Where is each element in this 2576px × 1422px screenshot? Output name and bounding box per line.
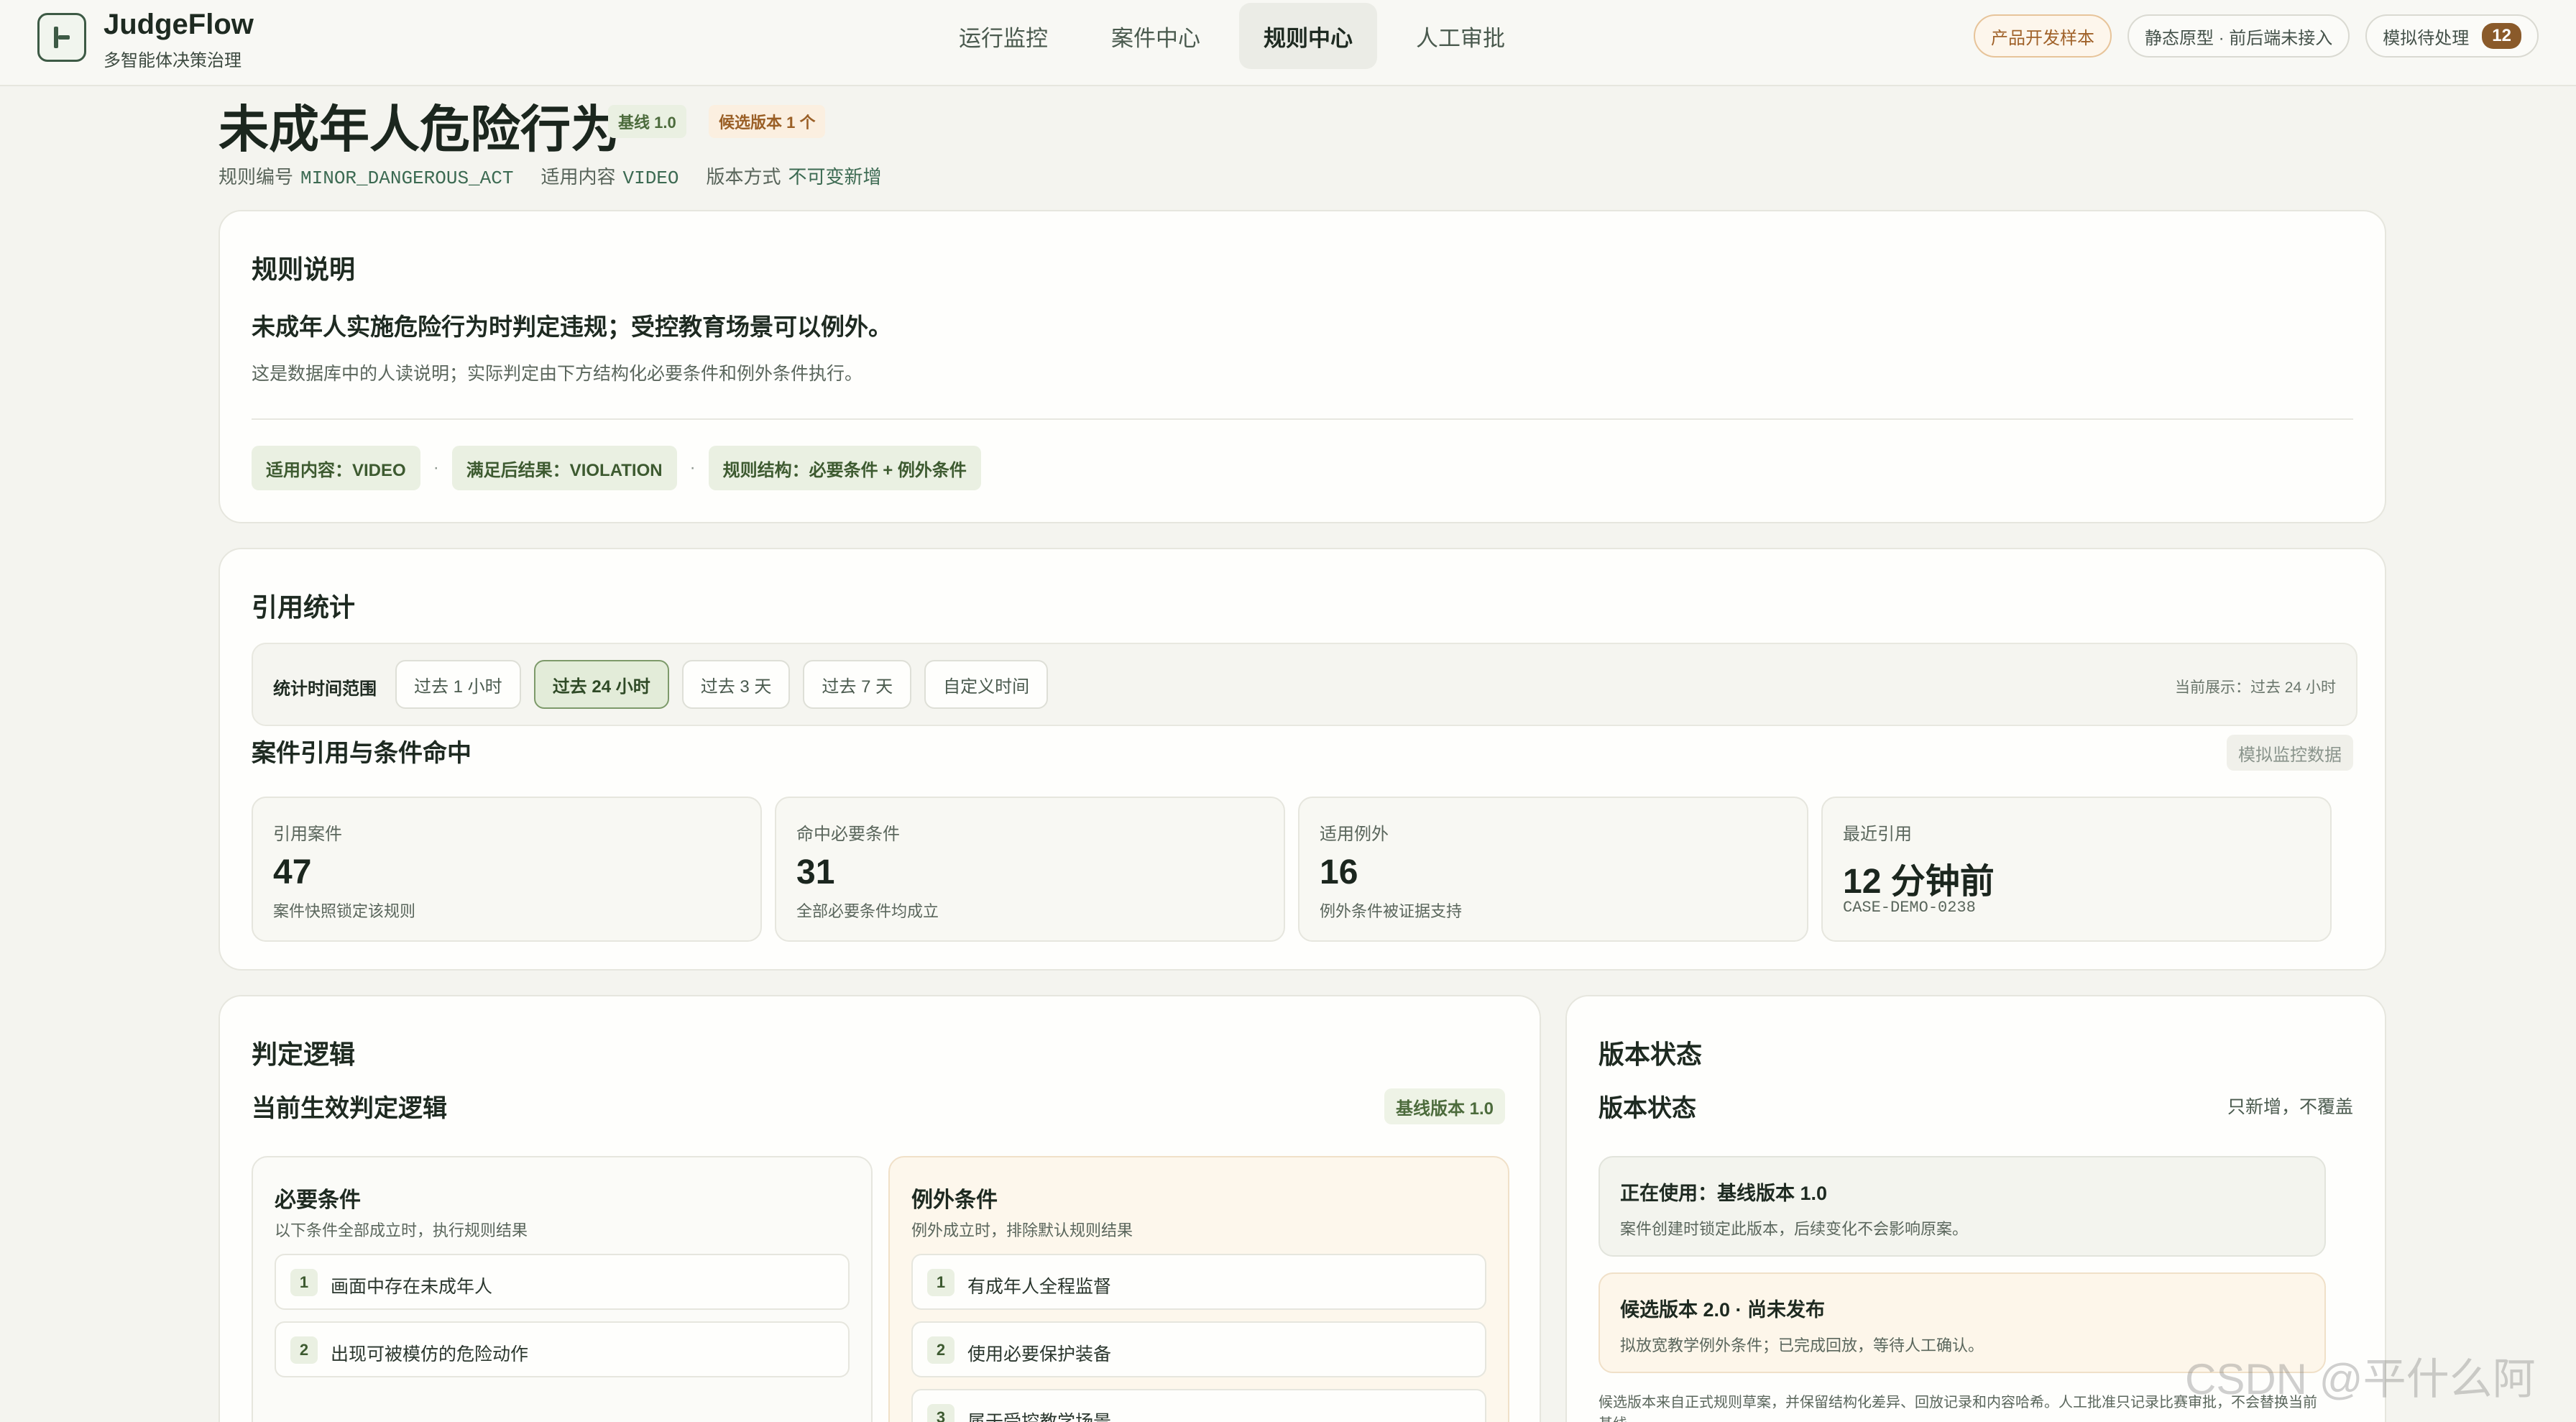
top-bar: JudgeFlow 多智能体决策治理 运行监控 案件中心 规则中心 人工审批 产… bbox=[0, 0, 2576, 86]
app-name: JudgeFlow bbox=[104, 9, 254, 40]
rule-desc-heading: 规则说明 bbox=[252, 254, 356, 284]
rule-desc-sub: 这是数据库中的人读说明；实际判定由下方结构化必要条件和例外条件执行。 bbox=[252, 364, 863, 384]
stats-heading: 引用统计 bbox=[252, 592, 356, 622]
nav-item-monitor[interactable]: 运行监控 bbox=[934, 3, 1072, 69]
version-heading: 版本状态 bbox=[1598, 1040, 1703, 1069]
stats-card: 引用统计 统计时间范围 过去 1 小时 过去 24 小时 过去 3 天 过去 7… bbox=[218, 548, 2386, 971]
current-version-desc: 案件创建时锁定此版本，后续变化不会影响原案。 bbox=[1620, 1220, 1969, 1238]
range-1h-button[interactable]: 过去 1 小时 bbox=[395, 660, 521, 709]
exception-condition-item: 2 使用必要保护装备 bbox=[911, 1321, 1486, 1377]
logic-card: 判定逻辑 当前生效判定逻辑 基线版本 1.0 必要条件 以下条件全部成立时，执行… bbox=[218, 995, 1541, 1422]
version-note: 只新增，不覆盖 bbox=[2227, 1097, 2353, 1117]
rule-tag-result: 满足后结果：VIOLATION bbox=[451, 446, 677, 490]
rule-title: 未成年人危险行为 bbox=[218, 101, 621, 157]
condition-number: 3 bbox=[927, 1404, 954, 1422]
condition-number: 2 bbox=[290, 1336, 318, 1364]
stat-value: 31 bbox=[796, 853, 835, 891]
candidate-version-desc: 拟放宽教学例外条件；已完成回放，等待人工确认。 bbox=[1620, 1336, 1984, 1354]
app-logo-icon[interactable] bbox=[37, 13, 86, 62]
rule-tag-structure: 规则结构：必要条件 + 例外条件 bbox=[708, 446, 981, 490]
main-nav: 运行监控 案件中心 规则中心 人工审批 bbox=[934, 3, 1530, 69]
pending-count-badge: 12 bbox=[2482, 23, 2521, 49]
condition-number: 1 bbox=[290, 1269, 318, 1296]
stat-card-required-hits: 命中必要条件 31 全部必要条件均成立 bbox=[775, 797, 1285, 942]
candidate-tag: 候选版本 1 个 bbox=[709, 105, 826, 138]
rule-tags: 适用内容：VIDEO · 满足后结果：VIOLATION · 规则结构：必要条件… bbox=[252, 446, 981, 490]
required-condition-item: 2 出现可被模仿的危险动作 bbox=[275, 1321, 850, 1377]
nav-item-approval[interactable]: 人工审批 bbox=[1392, 3, 1530, 69]
rule-desc-main: 未成年人实施危险行为时判定违规；受控教育场景可以例外。 bbox=[252, 313, 892, 340]
baseline-tag: 基线 1.0 bbox=[608, 105, 686, 138]
rule-tag-scope: 适用内容：VIDEO bbox=[252, 446, 420, 490]
exception-title: 例外条件 bbox=[911, 1188, 998, 1212]
range-custom-button[interactable]: 自定义时间 bbox=[924, 660, 1049, 709]
tag-separator: · bbox=[689, 458, 696, 477]
time-range-label: 统计时间范围 bbox=[273, 679, 377, 699]
condition-number: 2 bbox=[927, 1336, 954, 1364]
exception-condition-item: 1 有成年人全程监督 bbox=[911, 1254, 1486, 1310]
range-3d-button[interactable]: 过去 3 天 bbox=[681, 660, 791, 709]
watermark: CSDN @平什么阿 bbox=[2185, 1355, 2536, 1403]
stats-subheading: 案件引用与条件命中 bbox=[252, 740, 472, 767]
exception-sub: 例外成立时，排除默认规则结果 bbox=[911, 1221, 1133, 1239]
stat-card-cited-cases: 引用案件 47 案件快照锁定该规则 bbox=[252, 797, 762, 942]
range-24h-button[interactable]: 过去 24 小时 bbox=[533, 660, 669, 709]
nav-item-cases[interactable]: 案件中心 bbox=[1087, 3, 1225, 69]
recent-case-link[interactable]: CASE-DEMO-0238 bbox=[1843, 899, 1976, 917]
stat-grid: 引用案件 47 案件快照锁定该规则 命中必要条件 31 全部必要条件均成立 适用… bbox=[252, 797, 2332, 942]
mock-data-badge: 模拟监控数据 bbox=[2227, 735, 2353, 771]
nav-item-rules[interactable]: 规则中心 bbox=[1239, 3, 1377, 69]
rule-code: 规则编号 MINOR_DANGEROUS_ACT bbox=[218, 166, 514, 189]
exception-condition-item: 3 属于受控教学场景 bbox=[911, 1389, 1486, 1422]
current-version-box: 正在使用：基线版本 1.0 案件创建时锁定此版本，后续变化不会影响原案。 bbox=[1598, 1156, 2326, 1257]
rule-version-mode: 版本方式 不可变新增 bbox=[706, 166, 882, 188]
tag-separator: · bbox=[433, 458, 439, 477]
current-version-title: 正在使用：基线版本 1.0 bbox=[1620, 1183, 1828, 1204]
logic-heading: 判定逻辑 bbox=[252, 1040, 356, 1069]
pending-chip[interactable]: 模拟待处理 12 bbox=[2365, 14, 2539, 58]
sample-chip: 产品开发样本 bbox=[1973, 14, 2112, 58]
header-chips: 产品开发样本 静态原型 · 前后端未接入 模拟待处理 12 bbox=[1973, 14, 2539, 58]
rule-meta: 规则编号 MINOR_DANGEROUS_ACT 适用内容 VIDEO 版本方式 不可… bbox=[218, 162, 882, 189]
logic-subheading: 当前生效判定逻辑 bbox=[252, 1095, 447, 1122]
stat-card-recent: 最近引用 12 分钟前 CASE-DEMO-0238 bbox=[1821, 797, 2332, 942]
candidate-version-title: 候选版本 2.0 · 尚未发布 bbox=[1620, 1299, 1826, 1321]
required-condition-item: 1 画面中存在未成年人 bbox=[275, 1254, 850, 1310]
rule-scope: 适用内容 VIDEO bbox=[540, 166, 679, 189]
prototype-chip: 静态原型 · 前后端未接入 bbox=[2127, 14, 2350, 58]
required-sub: 以下条件全部成立时，执行规则结果 bbox=[275, 1221, 528, 1239]
divider bbox=[252, 418, 2353, 420]
logic-version-badge: 基线版本 1.0 bbox=[1384, 1088, 1505, 1124]
condition-number: 1 bbox=[927, 1269, 954, 1296]
pending-label: 模拟待处理 bbox=[2383, 28, 2470, 48]
current-range-text: 当前展示：过去 24 小时 bbox=[2174, 679, 2336, 696]
stat-card-exceptions: 适用例外 16 例外条件被证据支持 bbox=[1298, 797, 1808, 942]
stat-value: 12 分钟前 bbox=[1843, 863, 1995, 901]
required-title: 必要条件 bbox=[275, 1188, 361, 1212]
time-range-bar: 统计时间范围 过去 1 小时 过去 24 小时 过去 3 天 过去 7 天 自定… bbox=[252, 643, 2358, 726]
app-subtitle: 多智能体决策治理 bbox=[104, 51, 242, 70]
time-range-options: 过去 1 小时 过去 24 小时 过去 3 天 过去 7 天 自定义时间 bbox=[395, 660, 1049, 709]
required-conditions-box: 必要条件 以下条件全部成立时，执行规则结果 1 画面中存在未成年人 2 出现可被… bbox=[252, 1156, 873, 1422]
exception-conditions-box: 例外条件 例外成立时，排除默认规则结果 1 有成年人全程监督 2 使用必要保护装… bbox=[888, 1156, 1509, 1422]
stat-value: 16 bbox=[1320, 853, 1358, 891]
version-subheading: 版本状态 bbox=[1598, 1095, 1696, 1122]
range-7d-button[interactable]: 过去 7 天 bbox=[803, 660, 912, 709]
stat-value: 47 bbox=[273, 853, 312, 891]
rule-desc-card: 规则说明 未成年人实施危险行为时判定违规；受控教育场景可以例外。 这是数据库中的… bbox=[218, 210, 2386, 523]
